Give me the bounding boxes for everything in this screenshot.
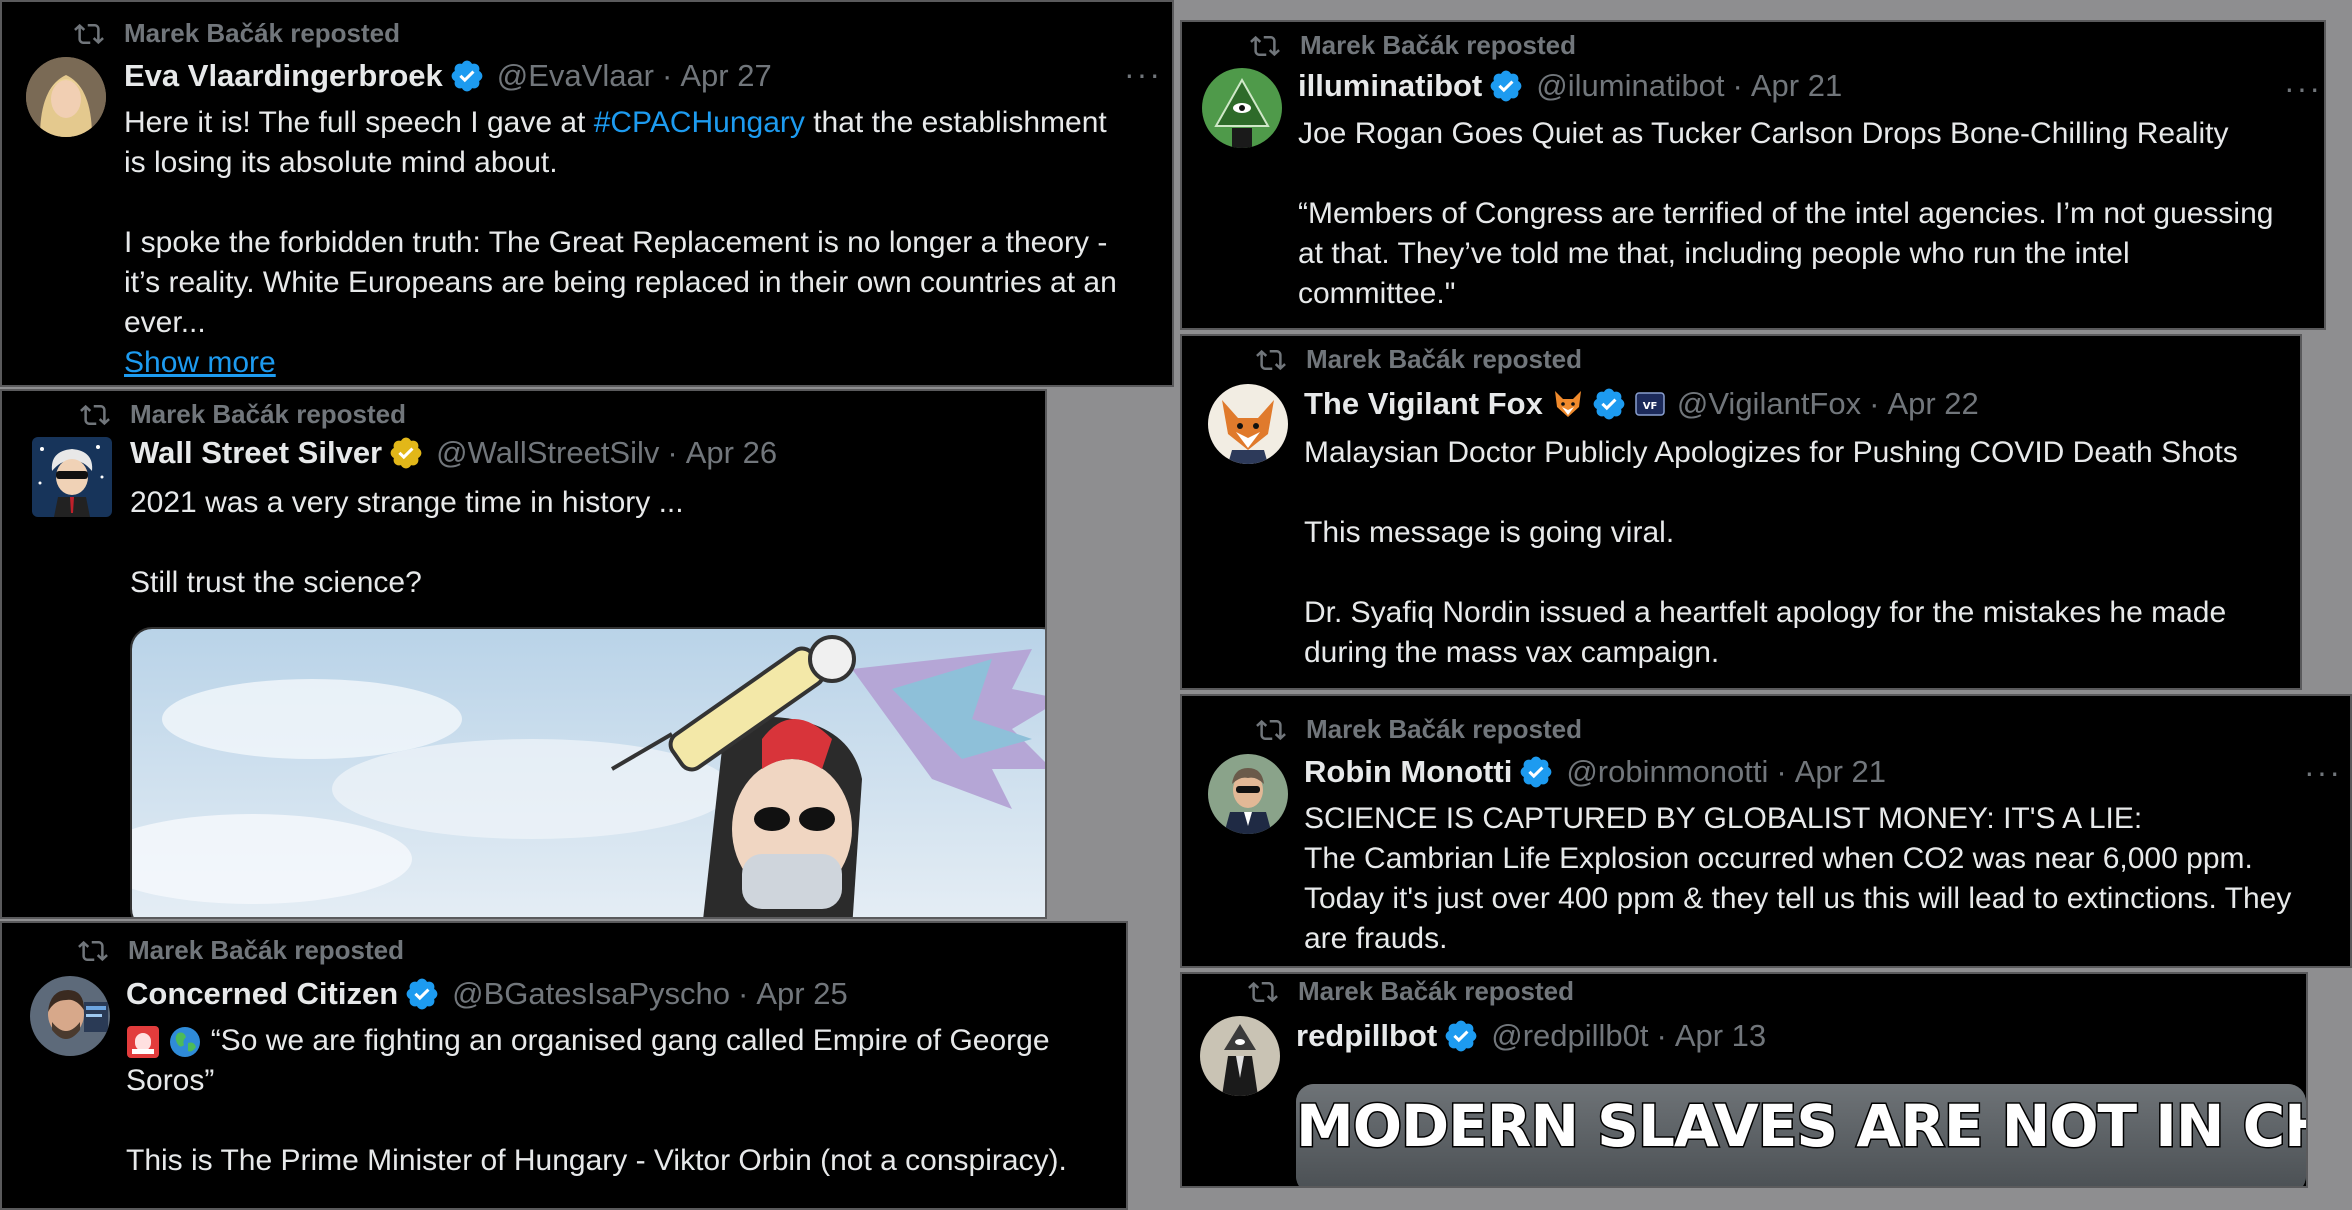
- separator: ·: [738, 976, 749, 1011]
- tweet-card-robinmonotti[interactable]: Marek Bačák reposted Robin Monotti @robi…: [1180, 694, 2352, 968]
- repost-header: Marek Bačák reposted: [1256, 714, 1582, 745]
- author-name[interactable]: Eva Vlaardingerbroek: [124, 58, 443, 94]
- show-more-link[interactable]: Show more: [124, 346, 276, 379]
- verified-badge-icon: [1591, 386, 1627, 422]
- more-options-icon[interactable]: ···: [1124, 56, 1162, 93]
- tweet-card-redpillbot[interactable]: Marek Bačák reposted redpillbot @redpill…: [1180, 972, 2308, 1188]
- avatar[interactable]: [1208, 754, 1288, 834]
- tweet-card-illuminatibot[interactable]: Marek Bačák reposted illuminatibot @ilum…: [1180, 20, 2326, 330]
- repost-header: Marek Bačák reposted: [74, 18, 400, 49]
- hashtag-link[interactable]: #CPACHungary: [594, 106, 805, 139]
- tweet-text: Malaysian Doctor Publicly Apologizes for…: [1304, 436, 2238, 669]
- tweet-date[interactable]: Apr 22: [1887, 386, 1978, 422]
- channel-badge-icon: VF: [1635, 392, 1665, 416]
- tweet-text: Here it is! The full speech I gave at #C…: [124, 106, 1117, 379]
- tweet-card-concernedcitizen[interactable]: Marek Bačák reposted Concerned Citizen @…: [0, 921, 1128, 1210]
- author-handle[interactable]: @BGatesIsaPyscho: [452, 976, 730, 1012]
- more-options-icon[interactable]: ···: [2304, 754, 2342, 791]
- tweet-date[interactable]: Apr 21: [1751, 68, 1842, 104]
- tweet-date[interactable]: Apr 25: [756, 976, 847, 1012]
- repost-header: Marek Bačák reposted: [1248, 976, 1574, 1007]
- author-name[interactable]: redpillbot: [1296, 1018, 1437, 1054]
- avatar[interactable]: [32, 437, 112, 517]
- tweet-text: 2021 was a very strange time in history …: [130, 486, 684, 599]
- tweet-date[interactable]: Apr 21: [1795, 754, 1886, 790]
- separator: ·: [1656, 1018, 1667, 1053]
- separator: ·: [662, 58, 673, 93]
- author-name[interactable]: illuminatibot: [1298, 68, 1482, 104]
- repost-icon: [1256, 345, 1286, 375]
- author-handle[interactable]: @VigilantFox: [1677, 386, 1861, 422]
- tweet-text: SCIENCE IS CAPTURED BY GLOBALIST MONEY: …: [1304, 802, 2292, 955]
- verified-badge-icon: [388, 435, 424, 471]
- repost-icon: [78, 936, 108, 966]
- tweet-text: Joe Rogan Goes Quiet as Tucker Carlson D…: [1298, 117, 2274, 310]
- avatar[interactable]: [1208, 384, 1288, 464]
- separator: ·: [1869, 386, 1880, 421]
- author-name[interactable]: Concerned Citizen: [126, 976, 398, 1012]
- tweet-card-wallstreetsilver[interactable]: Marek Bačák reposted Wall Street Silver …: [0, 389, 1047, 919]
- svg-text:VF: VF: [1643, 401, 1658, 412]
- tweet-date[interactable]: Apr 26: [686, 435, 777, 471]
- author-name[interactable]: The Vigilant Fox: [1304, 386, 1543, 422]
- repost-icon: [1248, 977, 1278, 1007]
- author-handle[interactable]: @WallStreetSilv: [436, 435, 659, 471]
- author-handle[interactable]: @EvaVlaar: [497, 58, 654, 94]
- avatar[interactable]: [1202, 68, 1282, 148]
- repost-icon: [1256, 715, 1286, 745]
- repost-header: Marek Bačák reposted: [1250, 30, 1576, 61]
- avatar[interactable]: [30, 976, 110, 1056]
- separator: ·: [667, 435, 678, 470]
- author-name[interactable]: Wall Street Silver: [130, 435, 382, 471]
- tweet-date[interactable]: Apr 13: [1675, 1018, 1766, 1054]
- tweet-card-vigilantfox[interactable]: Marek Bačák reposted The Vigilant Fox VF…: [1180, 334, 2302, 690]
- separator: ·: [1776, 754, 1787, 789]
- avatar[interactable]: [1200, 1016, 1280, 1096]
- author-handle[interactable]: @redpillb0t: [1491, 1018, 1648, 1054]
- author-handle[interactable]: @robinmonotti: [1566, 754, 1768, 790]
- tweet-media-image[interactable]: MODERN SLAVES ARE NOT IN CHAINS: [1296, 1084, 2306, 1186]
- repost-header: Marek Bačák reposted: [78, 935, 404, 966]
- repost-icon: [80, 400, 110, 430]
- repost-icon: [74, 19, 104, 49]
- verified-badge-icon: [449, 58, 485, 94]
- globe-emoji-icon: [170, 1027, 201, 1058]
- tweet-media-image[interactable]: [130, 627, 1045, 917]
- repost-header: Marek Bačák reposted: [1256, 344, 1582, 375]
- cartoon-illustration: [132, 629, 1045, 917]
- tweet-card-eva[interactable]: Marek Bačák reposted Eva Vlaardingerbroe…: [0, 0, 1174, 387]
- verified-badge-icon: [404, 976, 440, 1012]
- verified-badge-icon: [1488, 68, 1524, 104]
- separator: ·: [1732, 68, 1743, 103]
- siren-emoji-icon: [127, 1026, 159, 1059]
- author-name[interactable]: Robin Monotti: [1304, 754, 1512, 790]
- fox-emoji-icon: [1554, 391, 1581, 417]
- tweet-text: “So we are fighting an organised gang ca…: [126, 1024, 1067, 1177]
- verified-badge-icon: [1518, 754, 1554, 790]
- image-caption: MODERN SLAVES ARE NOT IN CHAINS: [1296, 1091, 2306, 1162]
- tweet-date[interactable]: Apr 27: [680, 58, 771, 94]
- verified-badge-icon: [1443, 1018, 1479, 1054]
- repost-header: Marek Bačák reposted: [80, 399, 406, 430]
- author-handle[interactable]: @iluminatibot: [1536, 68, 1724, 104]
- avatar[interactable]: [26, 57, 106, 137]
- more-options-icon[interactable]: ···: [2284, 70, 2322, 107]
- repost-icon: [1250, 31, 1280, 61]
